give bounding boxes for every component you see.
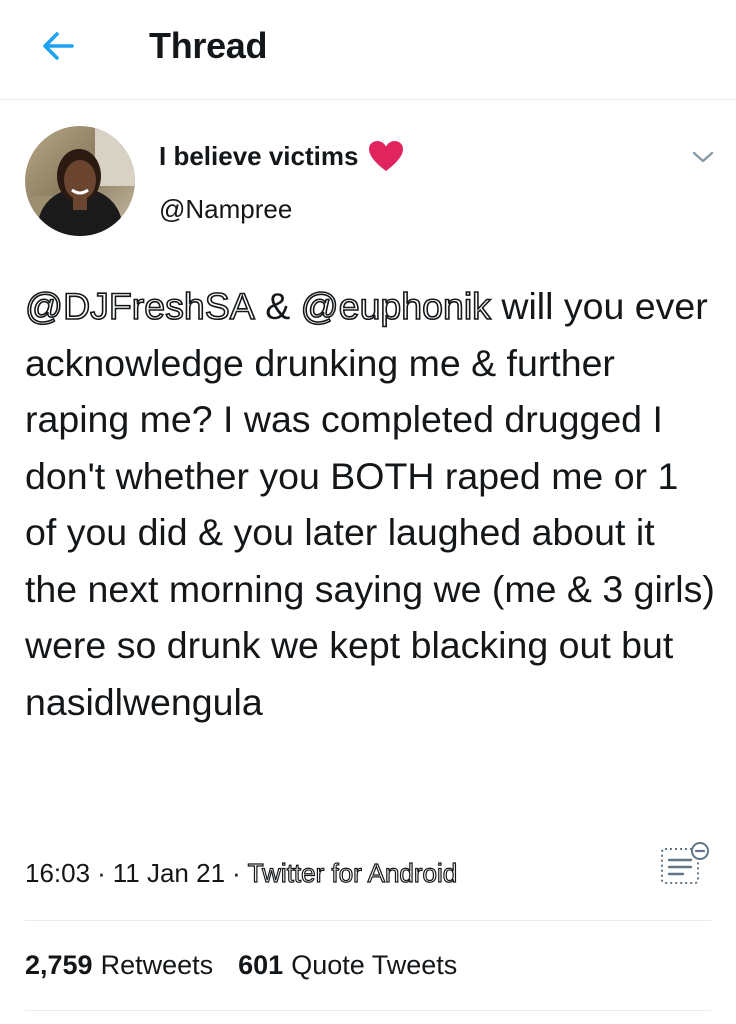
username[interactable]: @Nampree bbox=[159, 194, 292, 225]
avatar-photo bbox=[25, 126, 135, 236]
mention-link[interactable]: @DJFreshSA bbox=[24, 284, 255, 328]
mention-link[interactable]: @euphonik bbox=[300, 284, 492, 328]
divider bbox=[25, 1010, 711, 1011]
tweet-text: @DJFreshSA & @euphonik will you ever ack… bbox=[24, 278, 715, 730]
tweet-date: 11 Jan 21 bbox=[112, 858, 226, 888]
tweet-time: 16:03 bbox=[25, 858, 91, 888]
quote-tweets-count: 601 bbox=[238, 950, 284, 980]
meta-separator: · bbox=[232, 858, 241, 888]
retweets-label: Retweets bbox=[100, 950, 214, 980]
retweets-stat[interactable]: 2,759 Retweets bbox=[25, 950, 213, 981]
analytics-button[interactable] bbox=[659, 840, 711, 888]
page-title: Thread bbox=[149, 25, 268, 66]
analytics-icon bbox=[661, 842, 709, 884]
arrow-left-icon bbox=[43, 32, 74, 60]
divider bbox=[25, 920, 711, 921]
avatar[interactable] bbox=[25, 126, 135, 236]
back-button[interactable] bbox=[34, 24, 82, 68]
top-app-bar: Thread bbox=[0, 0, 736, 100]
quote-tweets-stat[interactable]: 601 Quote Tweets bbox=[238, 950, 457, 981]
display-name: I believe victims bbox=[159, 140, 359, 171]
quote-tweets-label: Quote Tweets bbox=[291, 950, 458, 980]
text-connector: & bbox=[254, 285, 301, 327]
meta-separator: · bbox=[97, 858, 106, 888]
red-heart-icon bbox=[369, 141, 404, 171]
more-options-button[interactable] bbox=[688, 142, 718, 172]
retweets-count: 2,759 bbox=[25, 950, 93, 980]
author-name-row[interactable]: I believe victims bbox=[159, 140, 404, 172]
chevron-down-icon bbox=[692, 151, 714, 163]
source-link[interactable]: Twitter for Android bbox=[247, 857, 458, 889]
tweet-body: will you ever acknowledge drunking me & … bbox=[25, 285, 715, 723]
tweet-meta: 16:03 · 11 Jan 21 · Twitter for Android bbox=[25, 857, 458, 889]
engagement-stats: 2,759 Retweets 601 Quote Tweets bbox=[25, 950, 457, 981]
